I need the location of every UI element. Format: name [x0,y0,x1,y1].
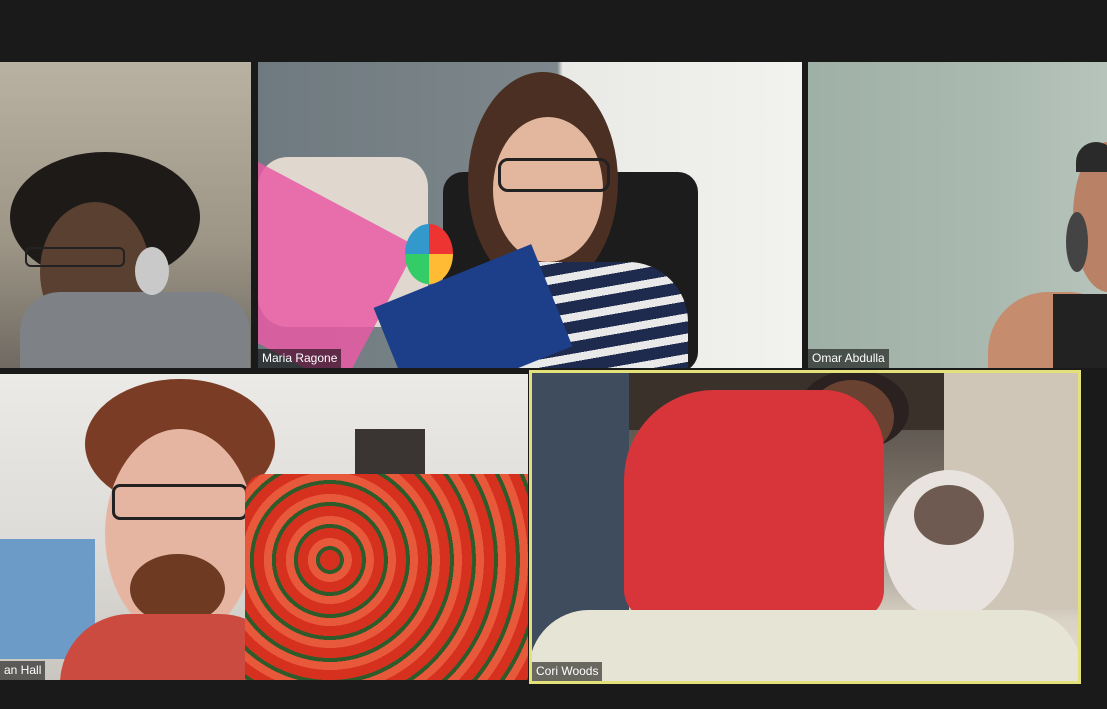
video-feed [0,374,528,680]
video-feed [529,370,1081,684]
participant-tile-maria-ragone[interactable]: Maria Ragone [258,62,802,368]
video-feed [0,62,251,368]
participant-name-tag: Maria Ragone [258,349,342,368]
video-gallery: Maria Ragone Omar Abdulla an Hall Cori W… [0,0,1107,709]
participant-name-tag: an Hall [0,661,46,680]
participant-name-tag: Cori Woods [532,662,603,681]
participant-name-tag: Omar Abdulla [808,349,889,368]
video-feed [258,62,802,368]
participant-tile-1[interactable] [0,62,251,368]
participant-tile-cori-woods[interactable]: Cori Woods [529,370,1081,684]
participant-tile-an-hall[interactable]: an Hall [0,374,528,680]
video-feed [808,62,1107,368]
participant-tile-omar-abdulla[interactable]: Omar Abdulla [808,62,1107,368]
